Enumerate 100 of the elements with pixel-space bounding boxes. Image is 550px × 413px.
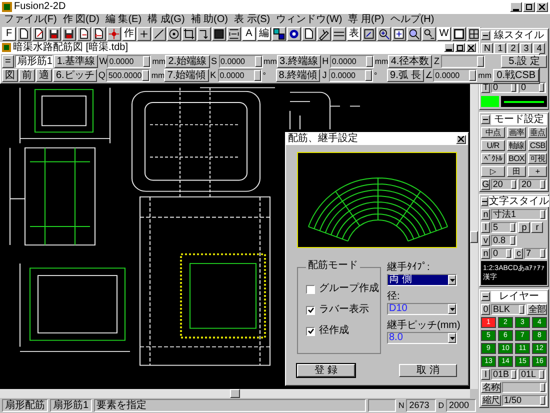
close-button[interactable]: [456, 134, 466, 144]
menu-item[interactable]: 構 成(G): [148, 15, 185, 25]
panel-button[interactable]: 軸線: [507, 140, 526, 151]
scale-field[interactable]: 1/50: [502, 395, 547, 406]
toolbar-button[interactable]: 編: [257, 27, 271, 41]
value-field[interactable]: [441, 55, 486, 68]
panel-button[interactable]: 2: [507, 43, 519, 54]
toolbar-button[interactable]: F: [2, 27, 16, 41]
panel-button[interactable]: p: [518, 222, 530, 233]
maximize-button[interactable]: [523, 2, 535, 12]
parameter-button[interactable]: 前: [19, 69, 35, 82]
panel-button[interactable]: 3: [520, 43, 532, 54]
toolbar-button[interactable]: [182, 27, 196, 41]
panel-button[interactable]: ▷: [481, 166, 505, 177]
parameter-button[interactable]: 5.設 定: [501, 55, 548, 68]
vertical-scrollbar[interactable]: [470, 84, 478, 389]
panel-button[interactable]: CSB: [528, 140, 547, 151]
panel-button[interactable]: U/R: [481, 140, 505, 151]
panel-button[interactable]: 可視: [528, 153, 547, 164]
spin-button[interactable]: [477, 56, 484, 67]
close-button[interactable]: [466, 43, 476, 52]
value-field[interactable]: 0.0000: [330, 55, 374, 68]
toolbar-button[interactable]: [107, 27, 121, 41]
toolbar-button[interactable]: 作: [122, 27, 136, 41]
horizontal-scrollbar[interactable]: [0, 389, 470, 398]
dialog-button[interactable]: 取 消: [399, 364, 457, 377]
parameter-button[interactable]: 0.戦CSB: [493, 69, 540, 82]
name-field[interactable]: [502, 382, 547, 393]
parameter-button[interactable]: 4.径本数: [388, 55, 432, 68]
dropdown[interactable]: D10: [387, 303, 457, 315]
checkbox[interactable]: [306, 284, 315, 294]
spin-button[interactable]: [365, 70, 372, 81]
parameter-button[interactable]: =: [2, 55, 14, 68]
dropdown[interactable]: 8.0: [387, 332, 457, 344]
panel-button[interactable]: N: [481, 43, 493, 54]
dropdown[interactable]: 両 側: [387, 274, 457, 286]
parameter-button[interactable]: 7.始端傾: [164, 69, 209, 82]
panel-button[interactable]: BOX: [507, 153, 526, 164]
spin-button[interactable]: [254, 70, 261, 81]
panel-button[interactable]: I: [481, 369, 490, 380]
value-field[interactable]: 0.0000: [329, 69, 374, 82]
minimize-button[interactable]: [444, 43, 454, 52]
panel-button[interactable]: 名称: [481, 382, 501, 393]
parameter-button[interactable]: 9.弧 長: [387, 69, 424, 82]
panel-button[interactable]: 0: [481, 304, 490, 315]
spin-button[interactable]: [254, 56, 262, 67]
panel-button[interactable]: 田: [507, 166, 526, 177]
value-field[interactable]: 01B: [491, 369, 518, 380]
value-field[interactable]: 0.0000: [107, 55, 152, 68]
value-field[interactable]: 7: [524, 248, 547, 259]
panel-button[interactable]: I: [481, 222, 490, 233]
close-button[interactable]: [536, 2, 548, 12]
panel-button[interactable]: G: [481, 179, 490, 190]
menu-item[interactable]: 補 助(O): [190, 15, 228, 25]
value-field[interactable]: 500.0000: [106, 69, 150, 82]
parameter-button[interactable]: 図: [2, 69, 18, 82]
dialog-button[interactable]: 登 録: [297, 364, 355, 377]
panel-button[interactable]: 中点: [481, 127, 505, 138]
spin-button[interactable]: [366, 56, 373, 67]
menu-item[interactable]: ウィンドウ(W): [276, 15, 342, 25]
value-field[interactable]: 0: [491, 248, 513, 259]
parameter-button[interactable]: 8.終端傾: [276, 69, 320, 82]
toolbar-button[interactable]: A: [242, 27, 256, 41]
value-field[interactable]: 0.0000: [218, 69, 262, 82]
menu-item[interactable]: 編 集(E): [105, 15, 142, 25]
minimize-button[interactable]: [510, 2, 522, 12]
toolbar-button[interactable]: W: [437, 27, 451, 41]
menu-item[interactable]: ヘルプ(H): [390, 15, 434, 25]
color-swatch[interactable]: [481, 96, 499, 107]
menu-item[interactable]: ファイル(F): [4, 15, 57, 25]
checkbox[interactable]: [306, 326, 315, 336]
panel-button[interactable]: c: [514, 248, 523, 259]
collapse-button[interactable]: [481, 197, 488, 206]
value-field[interactable]: 01L: [519, 369, 546, 380]
spin-button[interactable]: [143, 56, 150, 67]
parameter-button[interactable]: 1.基準線: [54, 55, 98, 68]
parameter-button[interactable]: 6.ピッチ: [53, 69, 98, 82]
panel-button[interactable]: 画率: [507, 127, 526, 138]
parameter-button[interactable]: 2.始端線: [165, 55, 210, 68]
panel-button[interactable]: +: [528, 166, 547, 177]
parameter-button[interactable]: 3.終端線: [276, 55, 321, 68]
panel-button[interactable]: 1: [494, 43, 506, 54]
panel-button[interactable]: n: [481, 248, 490, 259]
panel-button[interactable]: ﾍﾞｸﾄﾙ: [481, 153, 505, 164]
spin-button[interactable]: [469, 70, 476, 81]
collapse-button[interactable]: [481, 115, 490, 124]
value-field[interactable]: 20: [519, 179, 547, 190]
collapse-button[interactable]: [481, 31, 490, 40]
panel-button[interactable]: 4: [533, 43, 545, 54]
panel-button[interactable]: 縮尺: [481, 395, 501, 406]
value-field[interactable]: 0.0000: [218, 55, 263, 68]
value-field[interactable]: BLK: [491, 304, 526, 315]
maximize-button[interactable]: [455, 43, 465, 52]
menu-item[interactable]: 表 示(S): [234, 15, 270, 25]
toolbar-button[interactable]: 表: [347, 27, 361, 41]
spin-button[interactable]: [142, 70, 150, 81]
panel-button[interactable]: v: [481, 235, 490, 246]
panel-button[interactable]: n: [481, 209, 490, 220]
value-field[interactable]: 0.8: [491, 235, 517, 246]
menu-item[interactable]: 作 図(D): [62, 15, 100, 25]
